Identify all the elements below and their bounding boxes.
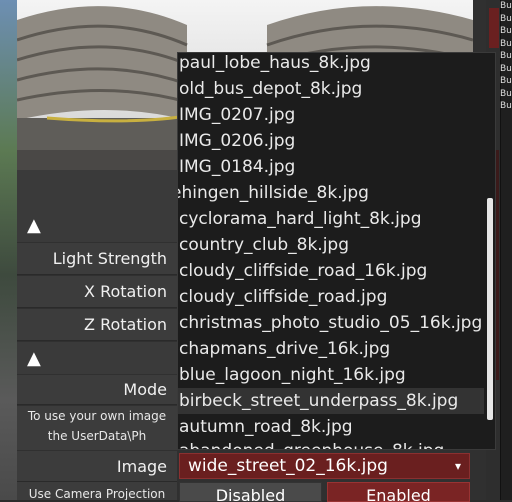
side-label[interactable]: Bu [500,38,512,51]
collapse-arrow-icon: ▲ [27,214,41,236]
dropdown-option[interactable]: cloudy_cliffside_road_16k.jpg [178,258,484,284]
z-rotation-text: Z Rotation [84,315,167,334]
dropdown-option[interactable]: chapmans_drive_16k.jpg [178,336,484,362]
dropdown-option[interactable]: ehingen_hillside_8k.jpg [178,180,484,206]
mode-text: Mode [123,380,167,399]
dropdown-option[interactable]: blue_lagoon_night_16k.jpg [178,362,484,388]
side-label[interactable]: Bu [500,13,512,26]
side-accent-bar [489,8,499,48]
light-strength-text: Light Strength [52,249,167,268]
preview-footer [17,170,177,208]
image-select-value: wide_street_02_16k.jpg [188,456,388,476]
section-header-environment[interactable]: ▲ [17,342,177,374]
side-panel-labels: Bu Bu Bu Bu Bu Bu Bu Bu Bu [500,0,512,113]
help-line-1: To use your own image [27,409,167,423]
x-rotation-label: X Rotation [17,276,177,308]
dropdown-option-hovered[interactable]: birbeck_street_underpass_8k.jpg [178,388,484,414]
camera-projection-enabled-button[interactable]: Enabled [327,482,470,502]
dropdown-option[interactable]: IMG_0206.jpg [178,128,484,154]
side-label[interactable]: Bu [500,0,512,13]
image-select-field[interactable]: wide_street_02_16k.jpg ▾ [179,453,470,479]
side-label[interactable]: Bu [500,63,512,76]
camera-projection-disabled-button[interactable]: Disabled [179,482,322,502]
section-header-light[interactable]: ▲ [17,208,177,242]
x-rotation-text: X Rotation [84,282,167,301]
side-label[interactable]: Bu [500,25,512,38]
dropdown-option[interactable]: cloudy_cliffside_road.jpg [178,284,484,310]
dropdown-option[interactable]: IMG_0207.jpg [178,102,484,128]
side-label[interactable]: Bu [500,50,512,63]
dropdown-option[interactable]: cyclorama_hard_light_8k.jpg [178,206,484,232]
light-strength-label: Light Strength [17,243,177,275]
custom-image-help-text: To use your own image the UserData\Ph [17,406,177,450]
camera-projection-label: Use Camera Projection [17,482,177,500]
dropdown-option[interactable]: paul_lobe_haus_8k.jpg [178,53,484,76]
z-rotation-label: Z Rotation [17,309,177,341]
image-label: Image [17,451,177,482]
side-label[interactable]: Bu [500,88,512,101]
image-text: Image [116,456,167,476]
dropdown-option[interactable]: country_club_8k.jpg [178,232,484,258]
dropdown-option[interactable]: abandoned_greenhouse_8k.jpg [178,438,484,449]
background-scene-left [0,0,17,500]
dropdown-option[interactable]: christmas_photo_studio_05_16k.jpg [178,310,484,336]
chevron-down-icon: ▾ [454,459,461,473]
image-dropdown-list[interactable]: paul_lobe_haus_8k.jpg old_bus_depot_8k.j… [177,52,496,450]
dropdown-option[interactable]: IMG_0184.jpg [178,154,484,180]
help-line-2: the UserData\Ph [47,429,147,443]
mode-label: Mode [17,375,177,405]
collapse-arrow-icon: ▲ [27,347,41,369]
side-label[interactable]: Bu [500,75,512,88]
dropdown-option[interactable]: old_bus_depot_8k.jpg [178,76,484,102]
dropdown-option[interactable]: autumn_road_8k.jpg [178,414,484,440]
side-label[interactable]: Bu [500,100,512,113]
dropdown-scrollbar-thumb[interactable] [487,198,493,420]
